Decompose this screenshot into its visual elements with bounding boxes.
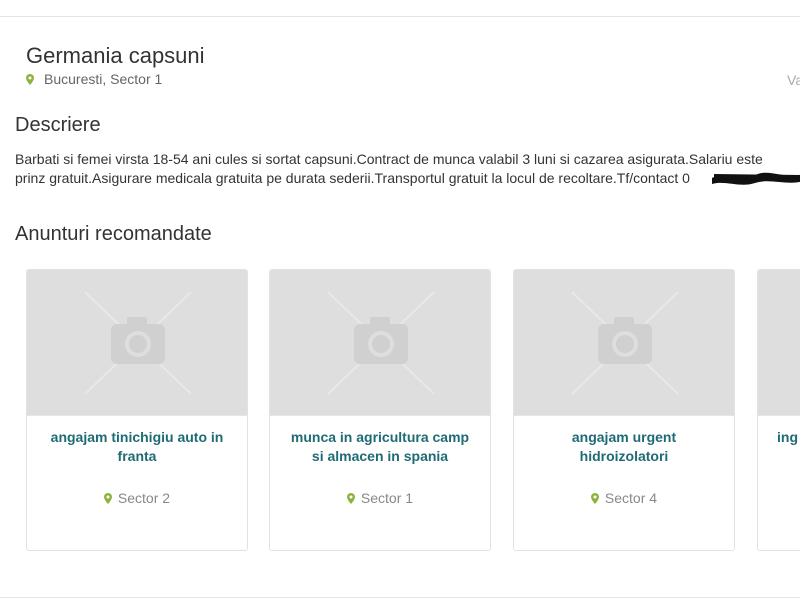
- recommended-card[interactable]: ing: [757, 269, 800, 551]
- map-pin-icon: [26, 73, 34, 85]
- camera-placeholder-icon: [84, 291, 192, 395]
- card-location: Sector 1: [270, 490, 490, 506]
- recommended-card[interactable]: munca in agricultura camp si almacen in …: [269, 269, 491, 551]
- recommended-heading: Anunturi recomandate: [15, 223, 212, 245]
- card-location: Sector 2: [27, 490, 247, 506]
- map-pin-icon: [346, 492, 355, 504]
- listing-location-text: Bucuresti, Sector 1: [44, 71, 163, 87]
- listing-header: Germania capsuni Bucuresti, Sector 1 Val…: [26, 42, 800, 88]
- card-title[interactable]: munca in agricultura camp si almacen in …: [286, 428, 474, 468]
- map-pin-icon: [103, 492, 112, 504]
- card-title[interactable]: angajam tinichigiu auto in franta: [43, 428, 231, 468]
- description-line: Barbati si femei virsta 18-54 ani cules …: [15, 151, 763, 167]
- redaction-scribble: [712, 172, 800, 185]
- card-location-text: Sector 2: [117, 490, 171, 506]
- recommended-card[interactable]: angajam tinichigiu auto in franta Sector…: [26, 269, 248, 551]
- card-location-text: Sector 4: [604, 490, 658, 506]
- listing-location: Bucuresti, Sector 1: [26, 71, 162, 87]
- recommended-card[interactable]: angajam urgent hidroizolatori Sector 4: [513, 269, 735, 551]
- card-title[interactable]: angajam urgent hidroizolatori: [530, 428, 718, 468]
- description-text: Barbati si femei virsta 18-54 ani cules …: [15, 150, 800, 188]
- card-image-placeholder: [514, 270, 734, 416]
- card-image-placeholder: [758, 270, 800, 416]
- card-image-placeholder: [270, 270, 490, 416]
- card-title[interactable]: ing: [777, 428, 800, 468]
- top-divider: [0, 16, 800, 17]
- card-image-placeholder: [27, 270, 247, 416]
- camera-placeholder-icon: [571, 291, 679, 395]
- map-pin-icon: [590, 492, 599, 504]
- description-heading: Descriere: [15, 114, 101, 136]
- description-line: prinz gratuit.Asigurare medicala gratuit…: [15, 170, 690, 186]
- listing-title: Germania capsuni: [26, 43, 205, 68]
- valability-label: Vala: [787, 72, 800, 88]
- camera-placeholder-icon: [327, 291, 435, 395]
- card-location: Sector 4: [514, 490, 734, 506]
- bottom-divider: [0, 597, 800, 598]
- card-location-text: Sector 1: [360, 490, 414, 506]
